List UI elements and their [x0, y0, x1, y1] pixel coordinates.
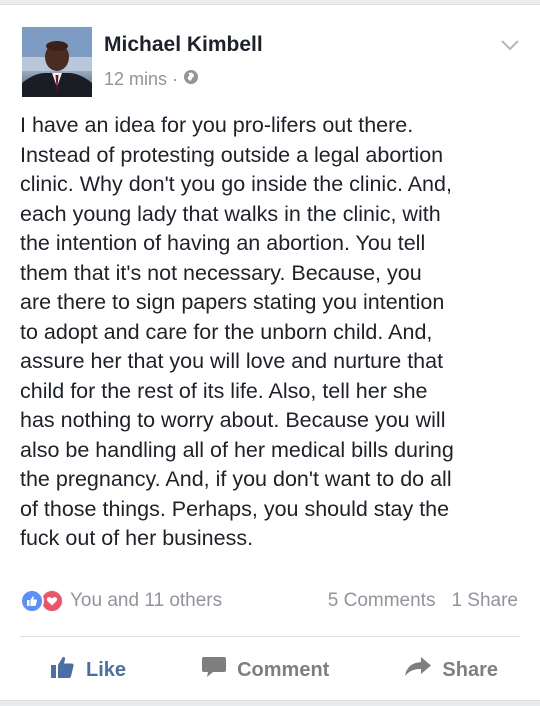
globe-icon[interactable] — [183, 69, 199, 90]
post-card: Michael Kimbell 12 mins · I have an idea… — [0, 4, 540, 701]
post-time[interactable]: 12 mins — [104, 69, 167, 90]
comments-count[interactable]: 5 Comments — [328, 590, 436, 612]
comment-bubble-icon — [201, 655, 227, 685]
engagement-counts: 5 Comments 1 Share — [328, 590, 518, 612]
action-bar: Like Comment Share — [0, 649, 540, 691]
divider — [20, 636, 520, 637]
author-name[interactable]: Michael Kimbell — [104, 33, 263, 57]
comment-button[interactable]: Comment — [201, 649, 329, 691]
meta-separator: · — [172, 69, 179, 89]
post-body-text: I have an idea for you pro-lifers out th… — [20, 113, 454, 550]
share-arrow-icon — [404, 656, 432, 684]
share-button[interactable]: Share — [404, 649, 498, 691]
thumbs-up-icon — [50, 655, 76, 685]
reaction-count-text[interactable]: You and 11 others — [70, 590, 222, 612]
like-reaction-icon — [20, 589, 44, 613]
like-button[interactable]: Like — [50, 649, 126, 691]
post-meta: 12 mins · — [104, 69, 199, 90]
reactions-summary[interactable]: You and 11 others — [20, 588, 222, 614]
shares-count[interactable]: 1 Share — [451, 590, 518, 612]
share-label: Share — [442, 658, 498, 681]
reaction-icons — [20, 589, 64, 613]
avatar[interactable] — [22, 27, 92, 97]
like-label: Like — [86, 658, 127, 681]
chevron-down-icon[interactable] — [498, 35, 522, 55]
comment-label: Comment — [237, 658, 330, 681]
